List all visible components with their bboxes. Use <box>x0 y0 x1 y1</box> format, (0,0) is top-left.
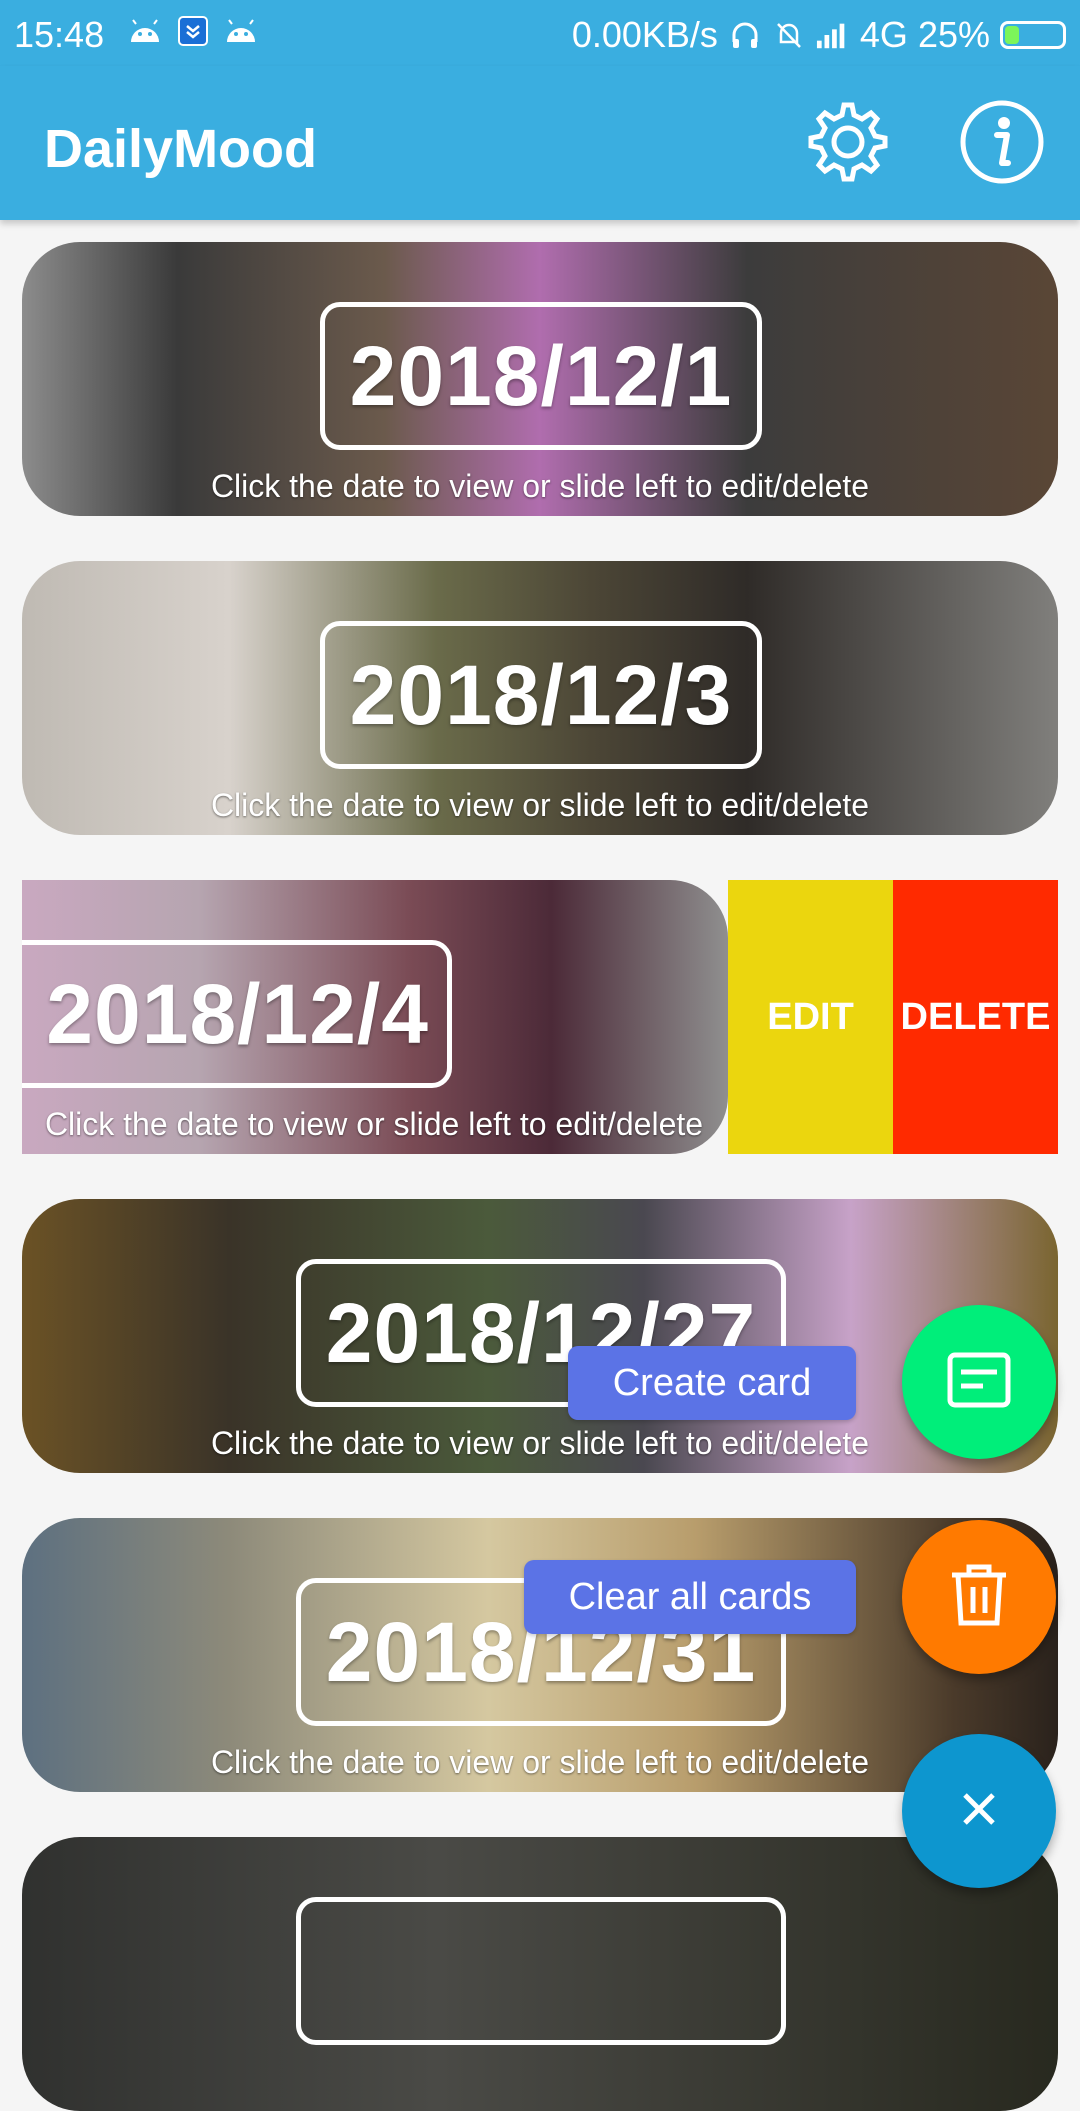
edit-button[interactable]: EDIT <box>728 880 893 1154</box>
card-date-button[interactable] <box>296 1897 786 2045</box>
notification-icons <box>128 16 258 46</box>
create-card-button[interactable] <box>902 1305 1056 1459</box>
clear-all-button[interactable] <box>902 1520 1056 1674</box>
status-bar: 15:48 0.00KB/s 4G 25% <box>0 0 1080 66</box>
mood-card[interactable]: 2018/12/27 Click the date to view or sli… <box>22 1199 1058 1473</box>
network-type: 4G <box>859 14 908 55</box>
app-title: DailyMood <box>44 119 318 179</box>
close-icon <box>959 1789 999 1834</box>
battery-icon <box>1000 21 1066 49</box>
clear-all-label[interactable]: Clear all cards <box>524 1560 856 1634</box>
mood-card[interactable]: 2018/12/1 Click the date to view or slid… <box>22 242 1058 516</box>
card-hint: Click the date to view or slide left to … <box>210 1744 870 1780</box>
card-hint: Click the date to view or slide left to … <box>210 1425 870 1461</box>
battery-fill <box>1005 26 1019 44</box>
info-icon <box>959 99 1045 190</box>
card-date: 2018/12/1 <box>349 328 733 423</box>
app-bar: DailyMood <box>0 66 1080 220</box>
card-hint: Click the date to view or slide left to … <box>210 468 870 504</box>
network-speed: 0.00KB/s <box>571 14 718 55</box>
card-hint: Click the date to view or slide left to … <box>44 1106 704 1142</box>
create-card-label[interactable]: Create card <box>568 1346 856 1420</box>
delete-button[interactable]: DELETE <box>893 880 1058 1154</box>
settings-button[interactable] <box>800 96 896 192</box>
close-menu-button[interactable] <box>902 1734 1056 1888</box>
download-icon <box>176 16 210 46</box>
status-time: 15:48 <box>14 14 105 55</box>
info-button[interactable] <box>954 96 1050 192</box>
card-hint: Click the date to view or slide left to … <box>210 787 870 823</box>
card-icon <box>947 1352 1011 1413</box>
gear-icon <box>803 97 893 192</box>
trash-icon <box>949 1563 1009 1632</box>
card-date-button[interactable]: 2018/12/1 <box>320 302 762 450</box>
card-date-button[interactable]: 2018/12/4 <box>22 940 452 1088</box>
bell-muted-icon <box>772 20 806 50</box>
battery-percent: 25% <box>917 14 990 55</box>
card-date: 2018/12/4 <box>46 966 429 1061</box>
signal-icon <box>816 20 850 50</box>
android-icon <box>224 16 258 46</box>
status-right: 0.00KB/s 4G 25% <box>572 14 1066 56</box>
headphones-icon <box>728 20 762 50</box>
mood-card[interactable]: 2018/12/3 Click the date to view or slid… <box>22 561 1058 835</box>
android-icon <box>128 16 162 46</box>
mood-card-swiped[interactable]: 2018/12/4 Click the date to view or slid… <box>22 880 728 1154</box>
card-date-button[interactable]: 2018/12/3 <box>320 621 762 769</box>
card-date: 2018/12/3 <box>349 647 733 742</box>
mood-card[interactable] <box>22 1837 1058 2111</box>
